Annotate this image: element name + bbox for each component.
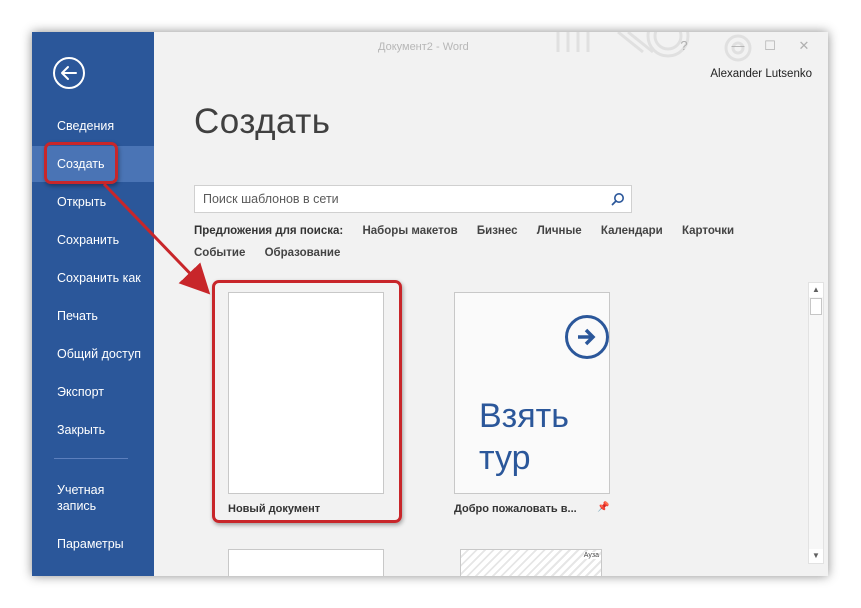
annotation-arrow bbox=[102, 182, 211, 295]
